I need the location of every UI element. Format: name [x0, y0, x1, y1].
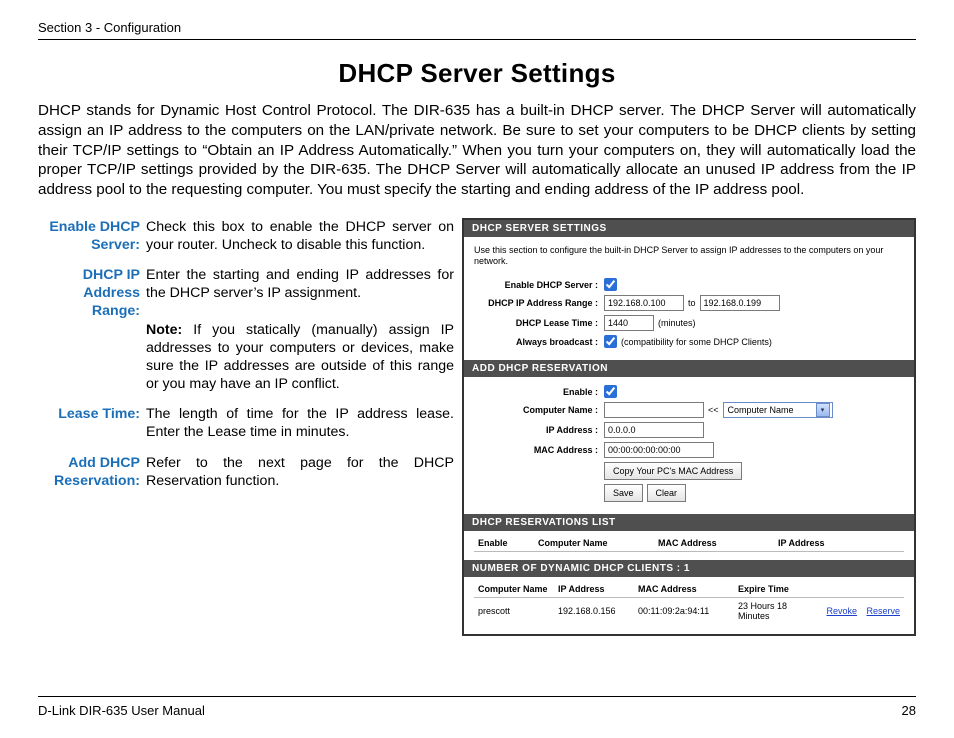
input-lease[interactable]: [604, 315, 654, 331]
dynamic-clients-table: Computer Name IP Address MAC Address Exp…: [474, 581, 904, 624]
cell-name: prescott: [474, 598, 554, 625]
cell-mac: 00:11:09:2a:94:11: [634, 598, 734, 625]
def-note-body: If you statically (manually) assign IP a…: [146, 322, 454, 393]
input-res-ip[interactable]: [604, 422, 704, 438]
dcol-ip: IP Address: [554, 581, 634, 598]
lbl-res-ip: IP Address :: [474, 425, 604, 435]
link-revoke[interactable]: Revoke: [826, 606, 857, 616]
input-res-name[interactable]: [604, 402, 704, 418]
dcol-mac: MAC Address: [634, 581, 734, 598]
def-desc-range: Enter the starting and ending IP address…: [146, 266, 454, 393]
chk-res-enable[interactable]: [604, 385, 617, 398]
input-range-start[interactable]: [604, 295, 684, 311]
input-res-mac[interactable]: [604, 442, 714, 458]
lbl-res-name: Computer Name :: [474, 405, 604, 415]
col-name: Computer Name: [534, 535, 654, 552]
intro-paragraph: DHCP stands for Dynamic Host Control Pro…: [38, 101, 916, 200]
col-enable: Enable: [474, 535, 534, 552]
def-desc-range-main: Enter the starting and ending IP address…: [146, 267, 454, 301]
panel-head-addres: ADD DHCP RESERVATION: [464, 360, 914, 377]
footer-left: D-Link DIR-635 User Manual: [38, 703, 205, 718]
cell-exp: 23 Hours 18 Minutes: [734, 598, 822, 625]
def-desc-enable: Check this box to enable the DHCP server…: [146, 218, 454, 254]
def-term-lease: Lease Time:: [38, 405, 146, 441]
panel-head-dyn: NUMBER OF DYNAMIC DHCP CLIENTS : 1: [464, 560, 914, 577]
btn-clear[interactable]: Clear: [647, 484, 687, 502]
cell-ip: 192.168.0.156: [554, 598, 634, 625]
reservations-table: Enable Computer Name MAC Address IP Addr…: [474, 535, 904, 552]
panel-head-reslist: DHCP RESERVATIONS LIST: [464, 514, 914, 531]
def-note-label: Note:: [146, 322, 182, 338]
select-computer-text: Computer Name: [728, 405, 794, 415]
btn-save[interactable]: Save: [604, 484, 643, 502]
lbl-lease: DHCP Lease Time :: [474, 318, 604, 328]
def-term-range: DHCP IP Address Range:: [38, 266, 146, 393]
txt-always-hint: (compatibility for some DHCP Clients): [621, 337, 772, 347]
link-reserve[interactable]: Reserve: [866, 606, 900, 616]
definitions-column: Enable DHCP Server: Check this box to en…: [38, 218, 454, 502]
chevron-down-icon: ▾: [816, 403, 830, 417]
dcol-exp: Expire Time: [734, 581, 822, 598]
section-header: Section 3 - Configuration: [38, 20, 916, 40]
lbl-always: Always broadcast :: [474, 337, 604, 347]
btn-copy-mac[interactable]: Copy Your PC's MAC Address: [604, 462, 742, 480]
input-range-end[interactable]: [700, 295, 780, 311]
lbl-range: DHCP IP Address Range :: [474, 298, 604, 308]
lbl-res-enable: Enable :: [474, 387, 604, 397]
txt-ll: <<: [708, 405, 719, 415]
page-title: DHCP Server Settings: [38, 58, 916, 89]
chk-enable-dhcp[interactable]: [604, 278, 617, 291]
def-desc-lease: The length of time for the IP address le…: [146, 405, 454, 441]
col-mac: MAC Address: [654, 535, 774, 552]
def-term-enable: Enable DHCP Server:: [38, 218, 146, 254]
footer-page-number: 28: [902, 703, 916, 718]
def-desc-addres: Refer to the next page for the DHCP Rese…: [146, 454, 454, 490]
txt-lease-unit: (minutes): [658, 318, 696, 328]
lbl-enable-dhcp: Enable DHCP Server :: [474, 280, 604, 290]
dcol-name: Computer Name: [474, 581, 554, 598]
page-footer: D-Link DIR-635 User Manual 28: [38, 696, 916, 718]
table-row: prescott 192.168.0.156 00:11:09:2a:94:11…: [474, 598, 904, 625]
def-term-addres: Add DHCP Reservation:: [38, 454, 146, 490]
txt-to: to: [688, 298, 696, 308]
panel-head-dhcp: DHCP SERVER SETTINGS: [464, 220, 914, 237]
router-panel: DHCP SERVER SETTINGS Use this section to…: [462, 218, 916, 636]
chk-always[interactable]: [604, 335, 617, 348]
select-computer[interactable]: Computer Name ▾: [723, 402, 833, 418]
lbl-res-mac: MAC Address :: [474, 445, 604, 455]
panel-help-text: Use this section to configure the built-…: [474, 245, 904, 268]
col-ip: IP Address: [774, 535, 884, 552]
